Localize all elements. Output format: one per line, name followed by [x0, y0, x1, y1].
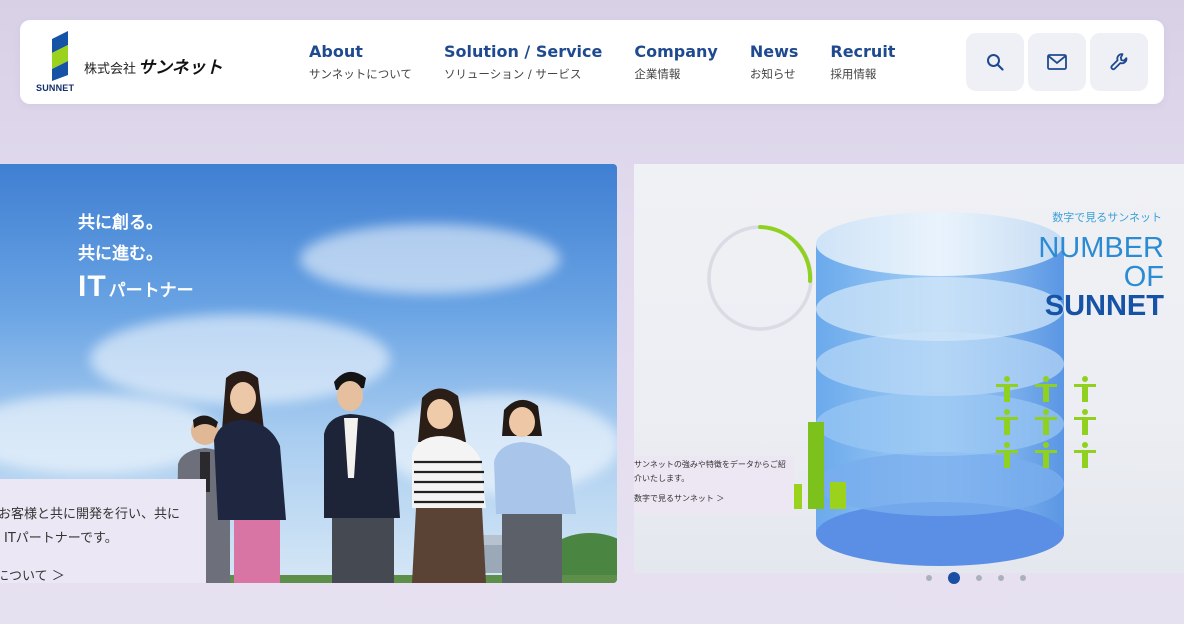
person-figure	[412, 388, 486, 583]
nav-item-about[interactable]: About サンネットについて	[309, 42, 412, 82]
carousel-dot-1[interactable]	[926, 575, 932, 581]
hero-about-link[interactable]: について ＞	[0, 565, 65, 583]
hero-banner: 共に創る。 共に進む。 IT パートナー お客様と共に開発を行い、共に ITパー…	[0, 164, 617, 583]
hero-it-text: IT	[78, 270, 107, 303]
person-figure	[214, 371, 286, 583]
company-prefix: 株式会社	[84, 62, 137, 77]
hero-it-partner: IT パートナー	[78, 270, 194, 304]
carousel-dot-2[interactable]	[948, 572, 960, 584]
company-name: 株式会社 サンネット	[84, 53, 223, 78]
contact-mail-button[interactable]	[1028, 33, 1086, 91]
slide-intro-card: サンネットの強みや特徴をデータからご紹 介いたします。 数字で見るサンネット ＞	[634, 456, 794, 514]
nav-item-news[interactable]: News お知らせ	[750, 42, 799, 82]
site-header: SUNNET 株式会社 サンネット About サンネットについて Solutio…	[20, 20, 1164, 104]
nav-label-en: News	[749, 42, 799, 61]
sunnet-logo-mark-icon	[52, 31, 68, 81]
nav-label-en: About	[309, 42, 363, 61]
nav-item-recruit[interactable]: Recruit 採用情報	[830, 42, 895, 82]
company-logo[interactable]: SUNNET 株式会社 サンネット	[36, 31, 266, 95]
hero-partner-text: パートナー	[108, 281, 194, 301]
person-figure	[324, 371, 400, 583]
nav-label-en: Company	[634, 42, 718, 61]
slide-number-link[interactable]: 数字で見るサンネット ＞	[634, 492, 724, 506]
nav-label-ja: お知らせ	[749, 67, 796, 81]
hero-card-text-line1: お客様と共に開発を行い、共に	[0, 507, 181, 522]
slide-card-text-line2: 介いたします。	[634, 474, 690, 483]
logo-text-en: SUNNET	[36, 83, 75, 93]
slide-title: NUMBER OF SUNNET	[1038, 234, 1164, 321]
nav-item-company[interactable]: Company 企業情報	[634, 42, 717, 82]
sky-cloud	[300, 224, 560, 294]
nav-label-en: Solution / Service	[443, 42, 603, 61]
slide-title-line2: OF	[1123, 261, 1164, 293]
nav-label-ja: 採用情報	[830, 67, 877, 81]
nav-label-ja: サンネットについて	[309, 67, 412, 81]
hero-tagline: 共に創る。 共に進む。	[78, 208, 163, 270]
nav-item-solution-service[interactable]: Solution / Service ソリューション / サービス	[444, 42, 602, 82]
search-button[interactable]	[966, 33, 1024, 91]
carousel-pagination	[926, 572, 1042, 584]
hero-card-text-line2: ITパートナーです。	[4, 531, 118, 546]
hero-intro-card: お客様と共に開発を行い、共に ITパートナーです。 について ＞	[0, 479, 206, 583]
carousel-dot-3[interactable]	[976, 575, 982, 581]
slide-title-line3: SUNNET	[1044, 290, 1164, 322]
hero-tagline-line1: 共に創る。	[78, 213, 163, 233]
support-tool-button[interactable]	[1090, 33, 1148, 91]
slide-title-line1: NUMBER	[1038, 232, 1164, 264]
wrench-icon	[1110, 53, 1128, 71]
slide-card-text-line1: サンネットの強みや特徴をデータからご紹	[634, 460, 786, 469]
nav-label-ja: ソリューション / サービス	[443, 67, 582, 81]
mail-icon	[1047, 54, 1067, 70]
hero-tagline-line2: 共に進む。	[78, 244, 163, 264]
slide-label-jp: 数字で見るサンネット	[1052, 211, 1162, 224]
main-nav: About サンネットについて Solution / Service ソリューシ…	[309, 42, 927, 82]
company-name-main: サンネット	[138, 58, 223, 77]
carousel-dot-4[interactable]	[998, 575, 1004, 581]
nav-label-en: Recruit	[830, 42, 896, 61]
carousel-slide-number-of-sunnet[interactable]: 数字で見るサンネット NUMBER OF SUNNET サンネットの強みや特徴を…	[634, 164, 1184, 573]
carousel-dot-5[interactable]	[1020, 575, 1026, 581]
nav-label-ja: 企業情報	[634, 67, 681, 81]
search-icon	[987, 54, 1004, 71]
person-figure	[494, 399, 576, 583]
